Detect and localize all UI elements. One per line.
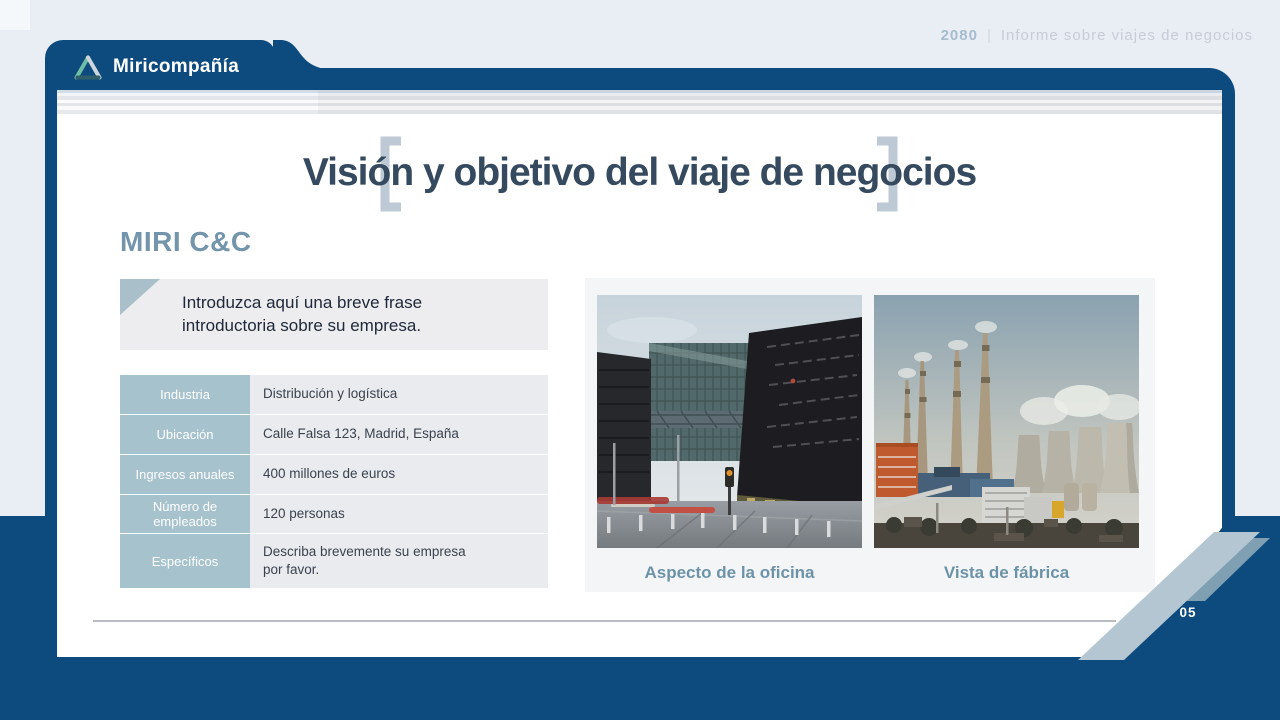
header-report-title: Informe sobre viajes de negocios	[1000, 27, 1253, 44]
table-row-value: Distribución y logística	[250, 375, 548, 414]
paper-edge-stripes	[57, 90, 1222, 114]
top-left-corner-accent	[0, 0, 30, 30]
table-row-value: 120 personas	[250, 495, 548, 533]
table-row: Número de empleados 120 personas	[120, 495, 548, 533]
office-photo	[597, 295, 862, 548]
folder-tab: Miricompañía	[45, 40, 275, 94]
brand-triangle-icon	[73, 54, 103, 81]
slide-page: 2080 | Informe sobre viajes de negocios …	[0, 0, 1280, 720]
intro-text: Introduzca aquí una breve frase introduc…	[182, 293, 423, 335]
office-photo-caption: Aspecto de la oficina	[644, 563, 815, 582]
table-row-label: Específicos	[120, 534, 250, 588]
report-header: 2080 | Informe sobre viajes de negocios	[941, 27, 1253, 44]
page-number: 05	[1179, 605, 1197, 620]
table-row-label: Número de empleados	[120, 495, 250, 533]
slide-title: Visión y objetivo del viaje de negocios	[302, 151, 977, 194]
brand-name: Miricompañía	[113, 56, 240, 77]
table-row: Ingresos anuales 400 millones de euros	[120, 455, 548, 494]
factory-photo-caption: Vista de fábrica	[943, 563, 1070, 582]
header-separator: |	[986, 27, 992, 44]
company-heading: MIRI C&C	[120, 226, 252, 257]
folder-tab-curve	[273, 40, 325, 74]
table-row: Industria Distribución y logística	[120, 375, 548, 414]
header-year: 2080	[940, 27, 978, 44]
table-row-label: Industria	[120, 375, 250, 414]
corner-fold-decoration	[120, 279, 160, 315]
table-row-value: 400 millones de euros	[250, 455, 548, 494]
table-row-label: Ubicación	[120, 415, 250, 454]
company-table: Industria Distribución y logística Ubica…	[120, 375, 548, 589]
table-row-value: Calle Falsa 123, Madrid, España	[250, 415, 548, 454]
table-row: Ubicación Calle Falsa 123, Madrid, Españ…	[120, 415, 548, 454]
table-row: Específicos Describa brevemente su empre…	[120, 534, 548, 588]
table-row-label: Ingresos anuales	[120, 455, 250, 494]
footer-divider-line	[93, 620, 1116, 622]
table-row-value: Describa brevemente su empresa por favor…	[250, 534, 548, 588]
intro-box: Introduzca aquí una breve frase introduc…	[120, 279, 548, 350]
factory-photo	[874, 295, 1139, 548]
photo-panel: Aspecto de la oficina Vista de fábrica	[585, 278, 1155, 592]
